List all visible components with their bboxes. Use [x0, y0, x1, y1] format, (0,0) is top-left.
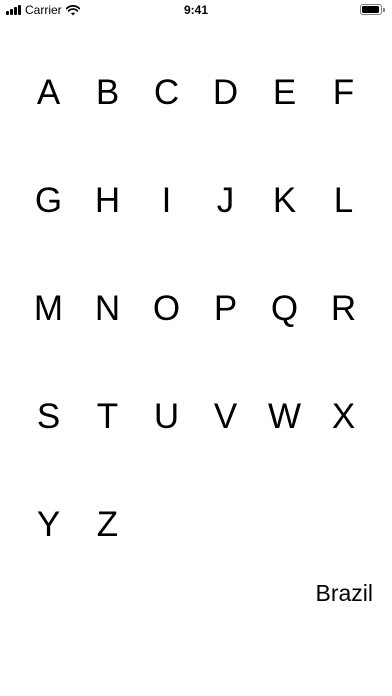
letter-i[interactable]: I: [137, 173, 196, 228]
letter-e[interactable]: E: [255, 65, 314, 120]
letter-c[interactable]: C: [137, 65, 196, 120]
letter-a[interactable]: A: [19, 65, 78, 120]
letter-x[interactable]: X: [314, 389, 373, 444]
letter-grid: ABCDEF GHIJKL MNOPQR STUVWX YZ: [19, 65, 373, 552]
letter-r[interactable]: R: [314, 281, 373, 336]
country-label[interactable]: Brazil: [315, 582, 373, 605]
letter-b[interactable]: B: [78, 65, 137, 120]
letter-l[interactable]: L: [314, 173, 373, 228]
letter-t[interactable]: T: [78, 389, 137, 444]
letter-o[interactable]: O: [137, 281, 196, 336]
letter-p[interactable]: P: [196, 281, 255, 336]
letter-q[interactable]: Q: [255, 281, 314, 336]
letter-s[interactable]: S: [19, 389, 78, 444]
letter-y[interactable]: Y: [19, 497, 78, 552]
status-bar: Carrier 9:41: [0, 0, 392, 20]
letter-v[interactable]: V: [196, 389, 255, 444]
letter-j[interactable]: J: [196, 173, 255, 228]
letter-u[interactable]: U: [137, 389, 196, 444]
letter-g[interactable]: G: [19, 173, 78, 228]
letter-d[interactable]: D: [196, 65, 255, 120]
letter-k[interactable]: K: [255, 173, 314, 228]
letter-w[interactable]: W: [255, 389, 314, 444]
letter-n[interactable]: N: [78, 281, 137, 336]
letter-m[interactable]: M: [19, 281, 78, 336]
battery-icon: [360, 4, 385, 15]
letter-f[interactable]: F: [314, 65, 373, 120]
status-time: 9:41: [183, 3, 209, 17]
letter-h[interactable]: H: [78, 173, 137, 228]
letter-z[interactable]: Z: [78, 497, 137, 552]
